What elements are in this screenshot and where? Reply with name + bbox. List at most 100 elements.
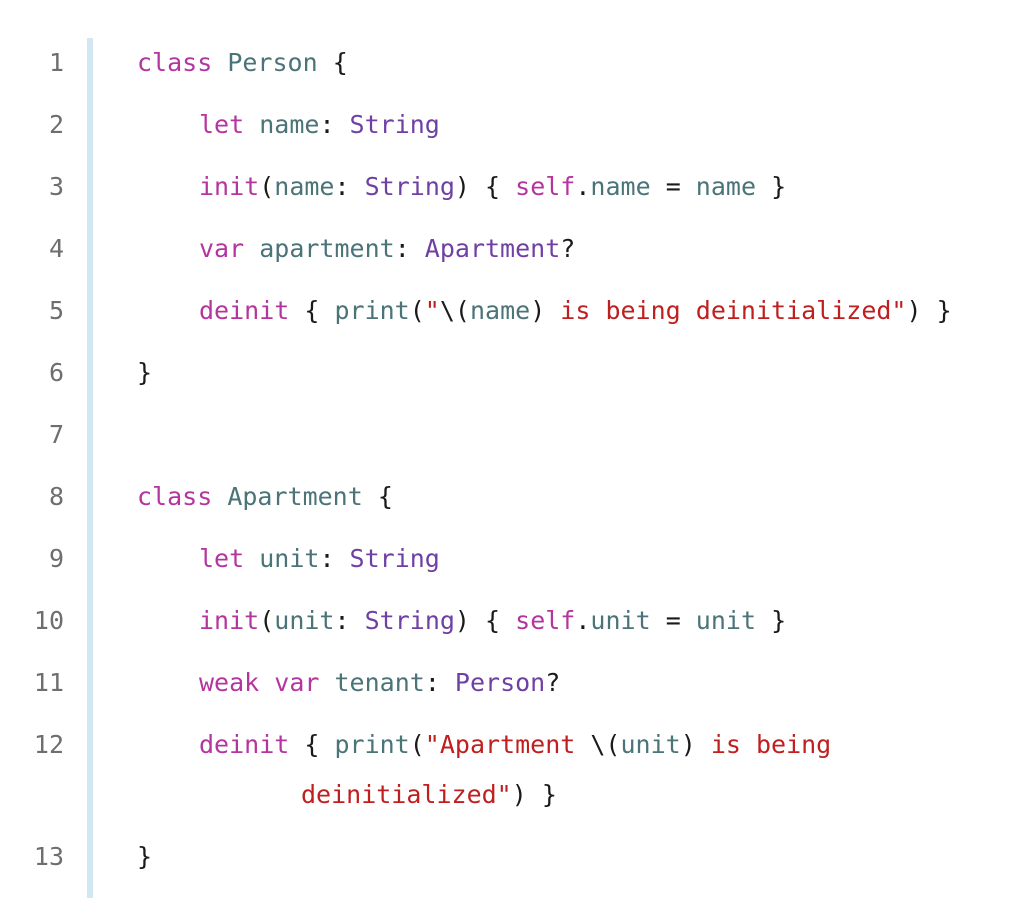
code-token: init [199, 172, 260, 201]
code-token: class [137, 48, 213, 77]
line-number: 8 [48, 482, 64, 511]
line-number: 10 [33, 606, 64, 635]
code-token: name [274, 172, 335, 201]
code-token: { [317, 48, 348, 77]
line-code: deinitialized") } [301, 780, 557, 809]
line-code: let name: String [199, 110, 440, 139]
code-token: . [575, 606, 591, 635]
code-token: self [515, 606, 576, 635]
code-token: ( [409, 296, 425, 325]
code-token: ) [680, 730, 711, 759]
line-number: 1 [48, 48, 64, 77]
code-token: } [756, 606, 787, 635]
line-number: 13 [33, 842, 64, 871]
code-token: name [695, 172, 757, 201]
code-token: name [590, 172, 651, 201]
code-token: : [334, 606, 365, 635]
line-number: 11 [33, 668, 64, 697]
code-token: var [199, 234, 245, 263]
code-token: Apartment [424, 234, 561, 263]
code-token: { [289, 296, 335, 325]
code-token: : [424, 668, 455, 697]
code-token: deinitialized" [301, 780, 512, 809]
line-code: weak var tenant: Person? [199, 668, 560, 697]
code-token: = [650, 172, 696, 201]
code-token: init [199, 606, 260, 635]
code-token: ? [560, 234, 576, 263]
line-number: 5 [48, 296, 64, 325]
code-token: } [756, 172, 787, 201]
code-token: : [394, 234, 425, 263]
code-token: } [137, 842, 153, 871]
line-code: deinit { print("\(name) is being deiniti… [199, 296, 952, 325]
code-token: ) { [454, 606, 516, 635]
code-token: String [364, 606, 455, 635]
code-line: 9 let unit: String [0, 544, 1030, 606]
code-token: Person [227, 48, 318, 77]
code-token: : [319, 110, 350, 139]
code-line: 8 class Apartment { [0, 482, 1030, 544]
code-token: { [362, 482, 393, 511]
code-line: 13} [0, 842, 1030, 904]
code-line: 3 init(name: String) { self.name = name } [0, 172, 1030, 234]
line-number: 3 [48, 172, 64, 201]
code-token: ) { [454, 172, 516, 201]
code-line: 6} [0, 358, 1030, 420]
code-token: apartment [259, 234, 395, 263]
code-token: weak [199, 668, 260, 697]
code-token: . [575, 172, 591, 201]
line-number: 6 [48, 358, 64, 387]
code-token: unit [590, 606, 651, 635]
code-token: " [424, 296, 440, 325]
code-token: \( [590, 730, 621, 759]
code-token: ( [259, 172, 275, 201]
line-number: 7 [48, 420, 64, 449]
code-token: unit [620, 730, 681, 759]
line-code: init(unit: String) { self.unit = unit } [199, 606, 786, 635]
line-code: class Apartment { [137, 482, 393, 511]
code-line: 5 deinit { print("\(name) is being deinit… [0, 296, 1030, 358]
code-line: 7 [0, 420, 1030, 482]
code-token: String [349, 110, 440, 139]
code-token: : [319, 544, 350, 573]
code-token: self [515, 172, 576, 201]
code-token: String [364, 172, 455, 201]
code-token: ) [530, 296, 546, 325]
code-line: 4 var apartment: Apartment? [0, 234, 1030, 296]
code-token: deinit [199, 730, 290, 759]
code-token: : [334, 172, 365, 201]
code-line: 10 init(unit: String) { self.unit = unit … [0, 606, 1030, 668]
code-token: ) } [906, 296, 952, 325]
code-line: 2 let name: String [0, 110, 1030, 172]
code-block: 1 class Person {2 let name: String 3 init(na… [0, 0, 1030, 914]
code-token: Apartment [227, 482, 363, 511]
line-code: var apartment: Apartment? [199, 234, 575, 263]
line-code: deinit { print("Apartment \(unit) is bei… [199, 730, 831, 759]
line-number: 4 [48, 234, 64, 263]
code-token: unit [274, 606, 335, 635]
line-number: 9 [48, 544, 64, 573]
code-token: String [349, 544, 440, 573]
code-token: is being [710, 730, 832, 759]
line-code: init(name: String) { self.name = name } [199, 172, 786, 201]
code-token: ( [409, 730, 425, 759]
code-token: "Apartment [424, 730, 591, 759]
code-token: name [259, 110, 320, 139]
code-token: ? [545, 668, 561, 697]
code-token: unit [259, 544, 320, 573]
line-code: class Person { [137, 48, 348, 77]
line-code: } [137, 842, 152, 871]
code-token: var [274, 668, 320, 697]
line-code: } [137, 358, 152, 387]
code-token: unit [695, 606, 757, 635]
code-token: print [334, 296, 410, 325]
code-token: is being deinitialized" [545, 296, 907, 325]
code-token: ) } [511, 780, 557, 809]
line-number: 12 [33, 730, 64, 759]
